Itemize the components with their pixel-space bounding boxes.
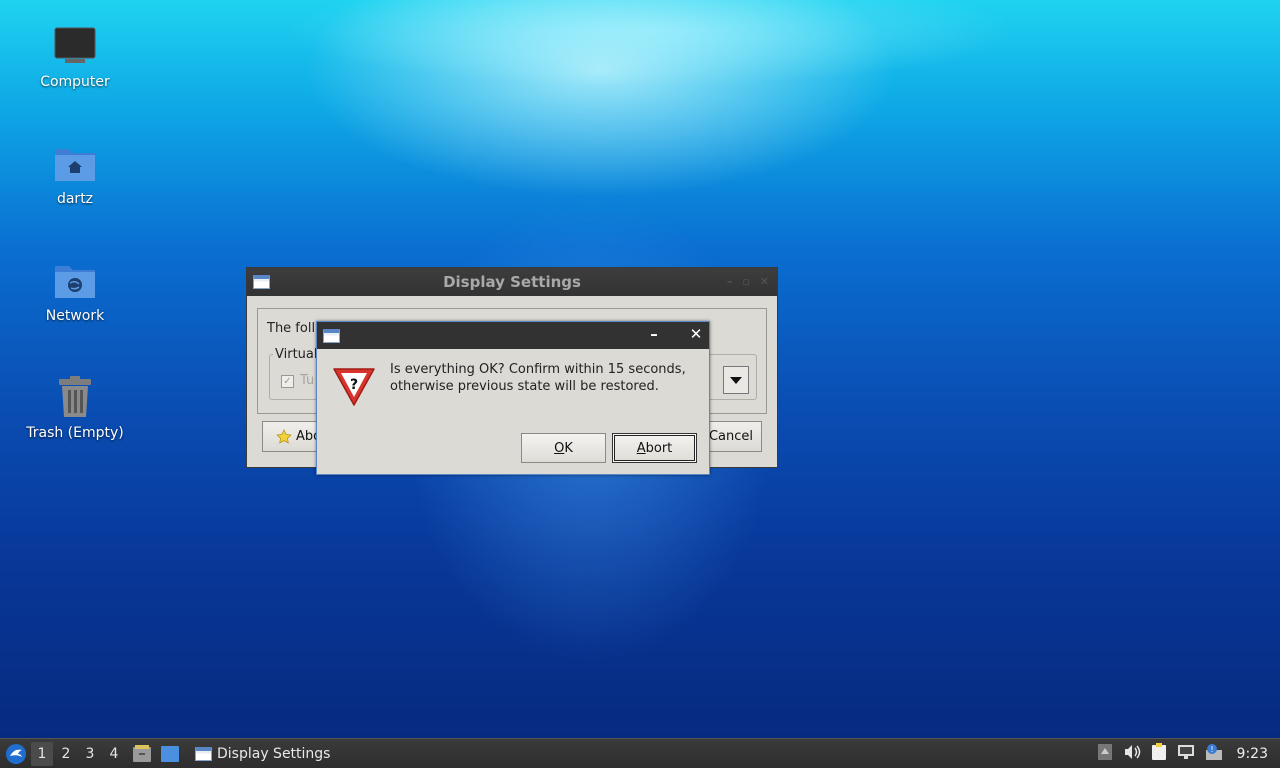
workspace-1[interactable]: 1	[31, 741, 53, 766]
desktop-icon-label: Trash (Empty)	[26, 425, 124, 441]
clipboard-icon[interactable]	[1151, 743, 1167, 765]
ok-label-rest: K	[564, 440, 573, 456]
cancel-button[interactable]: Cancel	[702, 421, 762, 452]
ok-button[interactable]: OK	[521, 433, 606, 463]
dialog-message: Is everything OK? Confirm within 15 seco…	[390, 361, 708, 395]
svg-text:!: !	[1210, 745, 1213, 754]
desktop-icon-home[interactable]: dartz	[20, 139, 130, 207]
settings-text: The foll	[267, 321, 316, 336]
abort-button[interactable]: Abort	[612, 433, 697, 463]
window-icon	[195, 746, 212, 761]
close-icon[interactable]: ✕	[760, 275, 769, 288]
desktop-icon-network[interactable]: Network	[20, 256, 130, 324]
computer-icon	[51, 22, 99, 70]
svg-text:?: ?	[350, 377, 358, 393]
settings-checkbox[interactable]: ✓	[281, 375, 294, 388]
settings-checkbox-label: Tu	[300, 373, 315, 388]
virtual-group-label: Virtual	[273, 347, 320, 362]
close-icon[interactable]: ✕	[687, 325, 705, 343]
file-manager-launcher[interactable]	[131, 743, 153, 765]
abort-accelerator: A	[636, 440, 646, 456]
window-icon	[323, 328, 340, 343]
minimize-icon[interactable]: –	[645, 325, 663, 343]
desktop-icon-label: Computer	[40, 74, 110, 90]
network-folder-icon	[51, 256, 99, 304]
cancel-button-label: Cancel	[708, 429, 753, 444]
dialog-message-line: Is everything OK? Confirm within 15 seco…	[390, 362, 686, 377]
show-desktop-button[interactable]	[159, 743, 181, 765]
home-folder-icon	[51, 139, 99, 187]
task-label: Display Settings	[217, 745, 331, 762]
warning-question-icon: ?	[333, 368, 375, 406]
abort-label-rest: bort	[645, 440, 673, 456]
desktop-icon-label: Network	[45, 308, 105, 324]
network-status-icon[interactable]	[1177, 744, 1195, 764]
window-title: Display Settings	[443, 273, 581, 291]
desktop-icon-label: dartz	[56, 191, 94, 207]
lxqt-logo-icon	[6, 743, 26, 764]
tray-arrow-icon[interactable]	[1097, 743, 1113, 765]
notification-icon[interactable]: !	[1205, 743, 1223, 765]
start-menu-button[interactable]	[3, 741, 29, 767]
display-settings-titlebar[interactable]: Display Settings – ▫ ✕	[247, 268, 777, 296]
desktop-icon-computer[interactable]: Computer	[20, 22, 130, 90]
settings-dropdown[interactable]	[723, 366, 749, 394]
clock[interactable]: 9:23	[1237, 746, 1268, 762]
workspace-3[interactable]: 3	[79, 742, 101, 766]
task-display-settings[interactable]: Display Settings	[189, 741, 336, 767]
star-icon	[276, 428, 292, 444]
dialog-message-line: otherwise previous state will be restore…	[390, 379, 659, 394]
desktop-icon	[161, 745, 179, 762]
taskbar: 1 2 3 4 Display Settings ! 9:23	[0, 738, 1280, 768]
maximize-icon[interactable]: ▫	[742, 275, 749, 288]
workspace-4[interactable]: 4	[103, 742, 125, 766]
workspace-2[interactable]: 2	[55, 742, 77, 766]
system-tray: ! 9:23	[1097, 739, 1280, 768]
file-cabinet-icon	[133, 744, 151, 762]
trash-icon	[51, 373, 99, 421]
volume-icon[interactable]	[1123, 744, 1141, 764]
minimize-icon[interactable]: –	[727, 275, 733, 288]
desktop-icon-trash[interactable]: Trash (Empty)	[20, 373, 130, 441]
ok-accelerator: O	[554, 440, 565, 456]
dialog-titlebar[interactable]: – ✕	[317, 322, 709, 349]
confirm-dialog: – ✕ ? Is everything OK? Confirm within 1…	[316, 321, 710, 475]
